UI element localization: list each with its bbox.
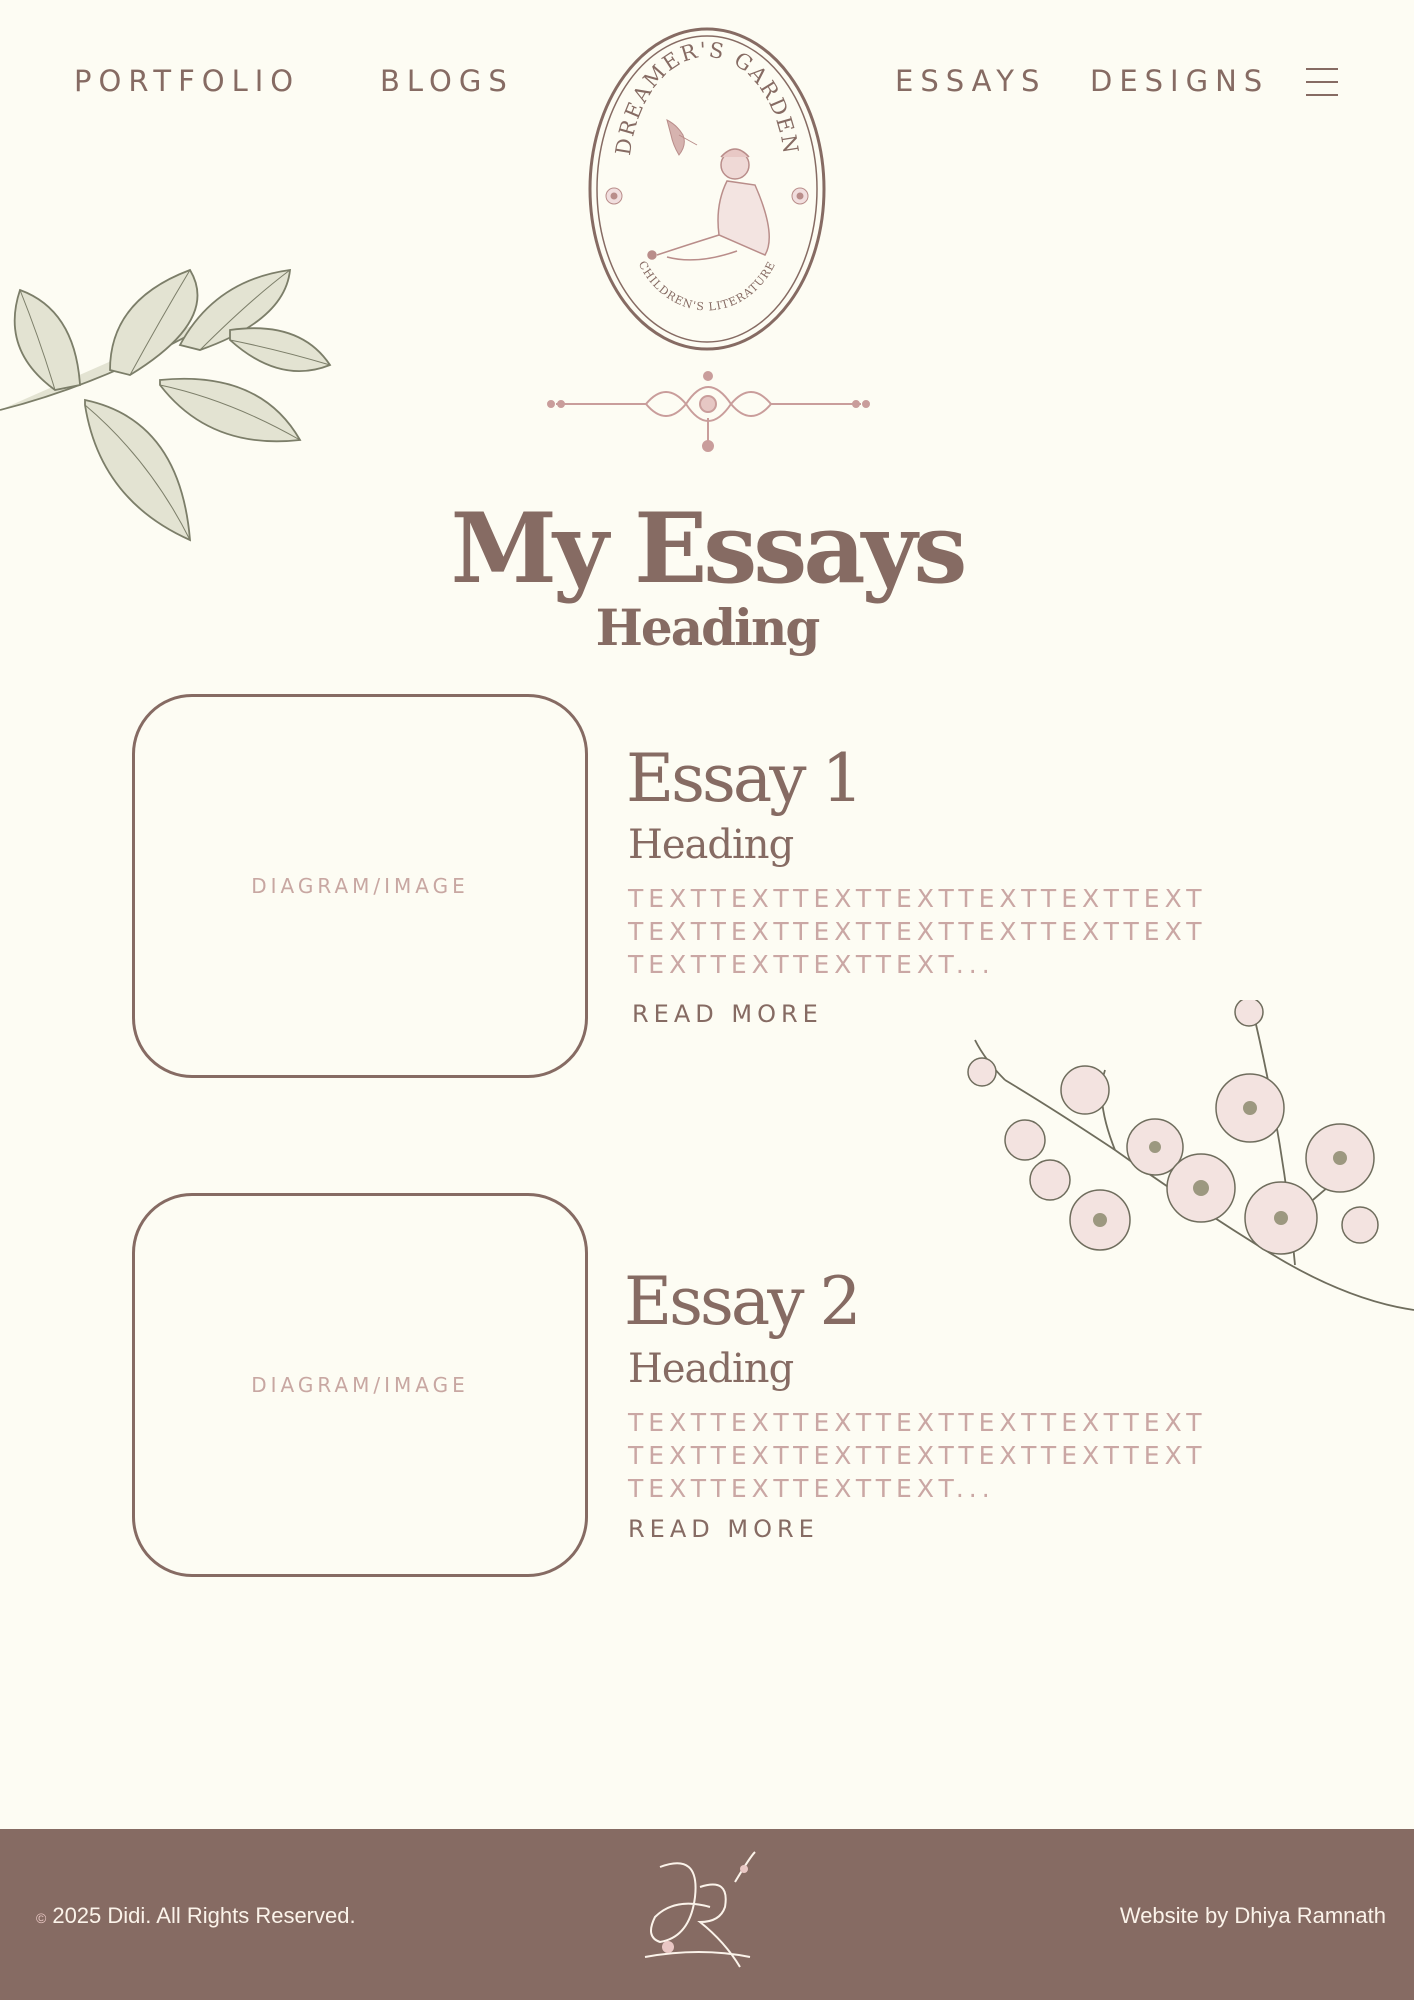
nav-link-essays[interactable]: ESSAYS — [895, 64, 1046, 98]
svg-text:CHILDREN'S LITERATURE: CHILDREN'S LITERATURE — [636, 259, 779, 314]
essay-excerpt: TEXTTEXTTEXTTEXTTEXTTEXTTEXT TEXTTEXTTEX… — [628, 884, 1207, 979]
dreamers-garden-logo[interactable]: DREAMER'S GARDEN CHILDREN'S LITERATURE — [587, 25, 827, 353]
footer-copyright: © 2025 Didi. All Rights Reserved. — [36, 1903, 356, 1929]
page-title: My Essays — [450, 492, 968, 605]
hamburger-menu-icon[interactable] — [1306, 68, 1338, 96]
nav-link-blogs[interactable]: BLOGS — [380, 64, 514, 98]
copyright-text: 2025 Didi. All Rights Reserved. — [52, 1903, 356, 1928]
copyright-symbol: © — [36, 1910, 47, 1926]
essay-heading: Heading — [628, 1346, 794, 1392]
essay-title[interactable]: Essay 2 — [624, 1263, 862, 1340]
footer-credit[interactable]: Website by Dhiya Ramnath — [1120, 1903, 1386, 1929]
logo-bottom-text: CHILDREN'S LITERATURE — [636, 259, 778, 314]
logo-top-text: DREAMER'S GARDEN — [611, 38, 801, 157]
essay-image-placeholder[interactable]: DIAGRAM/IMAGE — [132, 1193, 588, 1577]
essay-title[interactable]: Essay 1 — [626, 740, 864, 817]
ornamental-divider — [547, 371, 870, 452]
monogram-logo[interactable] — [640, 1847, 760, 1987]
read-more-link[interactable]: READ MORE — [632, 1000, 823, 1028]
nav-link-designs[interactable]: DESIGNS — [1090, 64, 1269, 98]
essay-excerpt: TEXTTEXTTEXTTEXTTEXTTEXTTEXT TEXTTEXTTEX… — [628, 1408, 1207, 1503]
page-subtitle: Heading — [595, 598, 821, 657]
read-more-link[interactable]: READ MORE — [628, 1515, 819, 1543]
essay-heading: Heading — [628, 822, 794, 868]
svg-text:DREAMER'S GARDEN: DREAMER'S GARDEN — [611, 38, 803, 157]
footer: © 2025 Didi. All Rights Reserved. Website… — [0, 1829, 1414, 2000]
essay-image-placeholder[interactable]: DIAGRAM/IMAGE — [132, 694, 588, 1078]
blossom-branch-illustration — [967, 1000, 1414, 1311]
nav-link-portfolio[interactable]: PORTFOLIO — [74, 64, 300, 98]
